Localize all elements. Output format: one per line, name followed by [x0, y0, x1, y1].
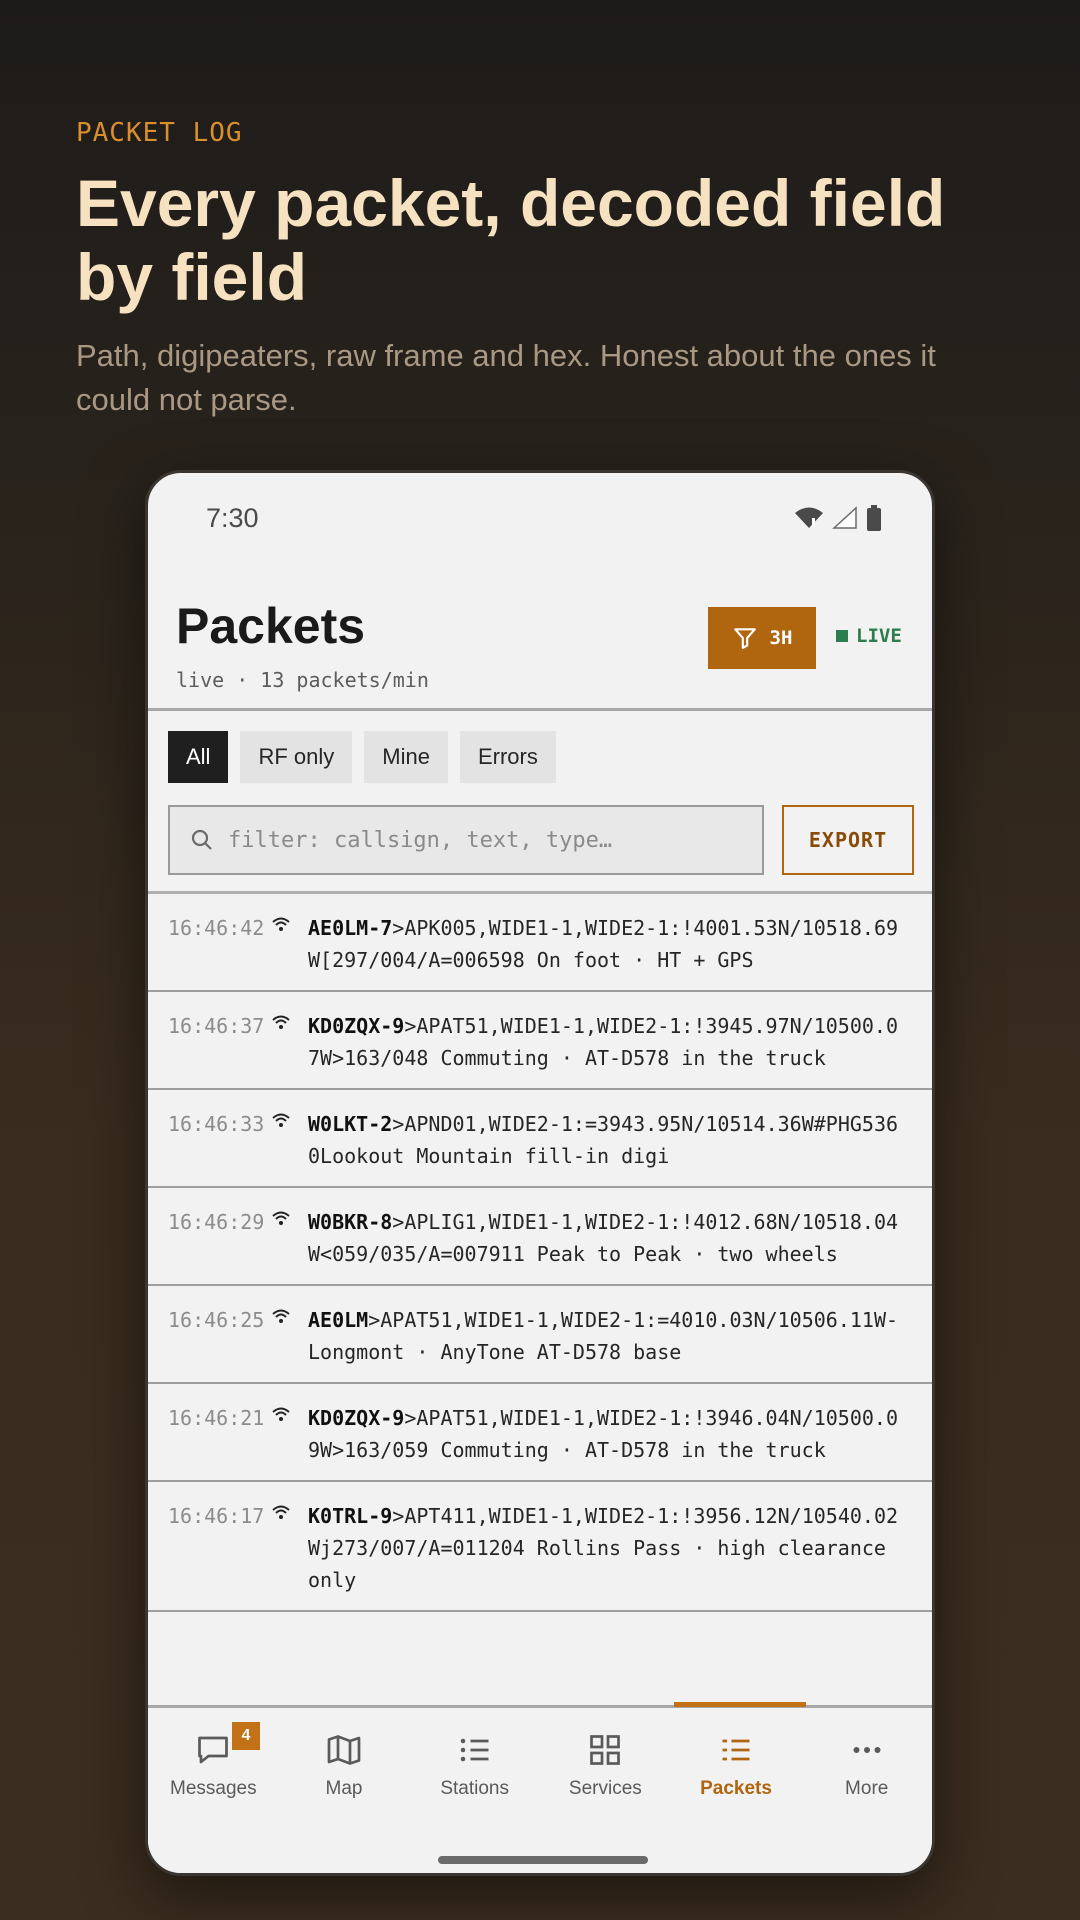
tab-label: Packets [700, 1778, 772, 1799]
tab-messages[interactable]: 4 Messages [148, 1708, 279, 1818]
bottom-tab-bar: 4 Messages Map Stations Services Packets [148, 1702, 932, 1873]
rf-icon [272, 1309, 290, 1323]
tab-label: Stations [440, 1778, 509, 1799]
packet-row[interactable]: 16:46:29 W0BKR-8>APLIG1,WIDE1-1,WIDE2-1:… [148, 1188, 932, 1286]
packet-list[interactable]: 16:46:42 AE0LM-7>APK005,WIDE1-1,WIDE2-1:… [148, 891, 932, 1612]
packet-row[interactable]: 16:46:37 KD0ZQX-9>APAT51,WIDE1-1,WIDE2-1… [148, 992, 932, 1090]
packet-text: AE0LM>APAT51,WIDE1-1,WIDE2-1:=4010.03N/1… [308, 1304, 908, 1368]
rf-icon [272, 1113, 290, 1127]
packet-callsign: AE0LM [308, 1308, 369, 1332]
packet-text: K0TRL-9>APT411,WIDE1-1,WIDE2-1:!3956.12N… [308, 1500, 908, 1596]
tab-services[interactable]: Services [540, 1708, 671, 1818]
packet-payload: >APK005,WIDE1-1,WIDE2-1:!4001.53N/10518.… [308, 916, 899, 972]
map-icon [327, 1735, 361, 1765]
tab-more[interactable]: More [801, 1708, 932, 1818]
packets-list-icon [722, 1739, 750, 1761]
active-tab-indicator [674, 1702, 806, 1707]
packet-callsign: W0LKT-2 [308, 1112, 393, 1136]
packet-payload: >APT411,WIDE1-1,WIDE2-1:!3956.12N/10540.… [308, 1504, 899, 1592]
tab-label: Messages [170, 1778, 257, 1799]
packet-row[interactable]: 16:46:33 W0LKT-2>APND01,WIDE2-1:=3943.95… [148, 1090, 932, 1188]
tab-label: Services [568, 1778, 642, 1799]
filter-icon [733, 628, 756, 649]
tab-stations[interactable]: Stations [409, 1708, 540, 1818]
packet-time: 16:46:25 [168, 1308, 265, 1332]
status-icons [794, 505, 882, 531]
packet-callsign: KD0ZQX-9 [308, 1406, 405, 1430]
packet-text: KD0ZQX-9>APAT51,WIDE1-1,WIDE2-1:!3945.97… [308, 1010, 908, 1074]
battery-icon [867, 505, 881, 531]
list-icon [460, 1738, 489, 1762]
search-input[interactable] [228, 827, 748, 853]
rf-icon [272, 1407, 290, 1421]
tab-label: Map [325, 1778, 363, 1799]
packet-text: AE0LM-7>APK005,WIDE1-1,WIDE2-1:!4001.53N… [308, 912, 908, 976]
search-box[interactable] [168, 805, 764, 875]
message-icon [198, 1736, 229, 1764]
packet-text: W0LKT-2>APND01,WIDE2-1:=3943.95N/10514.3… [308, 1108, 908, 1172]
rf-icon [272, 917, 290, 931]
page-subtitle: live · 13 packets/min [176, 668, 429, 692]
hero: PACKET LOG Every packet, decoded field b… [76, 118, 1006, 422]
packet-time: 16:46:21 [168, 1406, 265, 1430]
packet-time: 16:46:29 [168, 1210, 265, 1234]
packet-callsign: AE0LM-7 [308, 916, 393, 940]
rf-icon [272, 1015, 290, 1029]
home-indicator[interactable] [438, 1856, 648, 1864]
status-bar: 7:30 [148, 473, 932, 563]
rf-icon [272, 1211, 290, 1225]
time-filter-button[interactable]: 3H [708, 607, 816, 669]
tab-label: More [845, 1778, 889, 1799]
packet-callsign: K0TRL-9 [308, 1504, 393, 1528]
chip-all[interactable]: All [168, 731, 229, 783]
packet-payload: >APND01,WIDE2-1:=3943.95N/10514.36W#PHG5… [308, 1112, 899, 1168]
more-icon [853, 1747, 881, 1753]
phone-frame: 7:30 Packets live · 13 packets/min 3H LI… [145, 470, 935, 1876]
search-icon [191, 829, 212, 850]
live-label: LIVE [856, 625, 902, 647]
packet-time: 16:46:33 [168, 1112, 265, 1136]
packet-time: 16:46:17 [168, 1504, 265, 1528]
packet-row[interactable]: 16:46:17 K0TRL-9>APT411,WIDE1-1,WIDE2-1:… [148, 1482, 932, 1612]
chip-errors[interactable]: Errors [459, 731, 556, 783]
filter-chips: All RF only Mine Errors [168, 731, 556, 783]
packet-text: KD0ZQX-9>APAT51,WIDE1-1,WIDE2-1:!3946.04… [308, 1402, 908, 1466]
page-title: Packets [176, 598, 366, 654]
packet-payload: >APAT51,WIDE1-1,WIDE2-1:=4010.03N/10506.… [308, 1308, 899, 1364]
packet-time: 16:46:37 [168, 1014, 265, 1038]
rf-icon [272, 1505, 290, 1519]
chip-mine[interactable]: Mine [364, 731, 448, 783]
packet-callsign: W0BKR-8 [308, 1210, 393, 1234]
packet-callsign: KD0ZQX-9 [308, 1014, 405, 1038]
status-time: 7:30 [206, 503, 259, 533]
live-indicator: LIVE [836, 625, 902, 647]
grid-icon [590, 1735, 621, 1765]
live-dot-icon [836, 630, 848, 642]
signal-icon [832, 506, 857, 529]
eyebrow-label: PACKET LOG [76, 118, 243, 148]
tab-packets[interactable]: Packets [671, 1708, 802, 1818]
packet-row[interactable]: 16:46:42 AE0LM-7>APK005,WIDE1-1,WIDE2-1:… [148, 894, 932, 992]
packet-payload: >APLIG1,WIDE1-1,WIDE2-1:!4012.68N/10518.… [308, 1210, 899, 1266]
time-filter-label: 3H [769, 627, 793, 649]
tab-map[interactable]: Map [279, 1708, 410, 1818]
app-header: Packets live · 13 packets/min 3H LIVE [148, 563, 932, 711]
headline: Every packet, decoded field by field [76, 166, 946, 314]
wifi-icon [795, 507, 823, 528]
packet-text: W0BKR-8>APLIG1,WIDE1-1,WIDE2-1:!4012.68N… [308, 1206, 908, 1270]
export-button[interactable]: EXPORT [782, 805, 914, 875]
packet-row[interactable]: 16:46:25 AE0LM>APAT51,WIDE1-1,WIDE2-1:=4… [148, 1286, 932, 1384]
subheadline: Path, digipeaters, raw frame and hex. Ho… [76, 338, 936, 417]
messages-badge: 4 [232, 1722, 260, 1750]
packet-row[interactable]: 16:46:21 KD0ZQX-9>APAT51,WIDE1-1,WIDE2-1… [148, 1384, 932, 1482]
chip-rf-only[interactable]: RF only [240, 731, 353, 783]
packet-time: 16:46:42 [168, 916, 265, 940]
